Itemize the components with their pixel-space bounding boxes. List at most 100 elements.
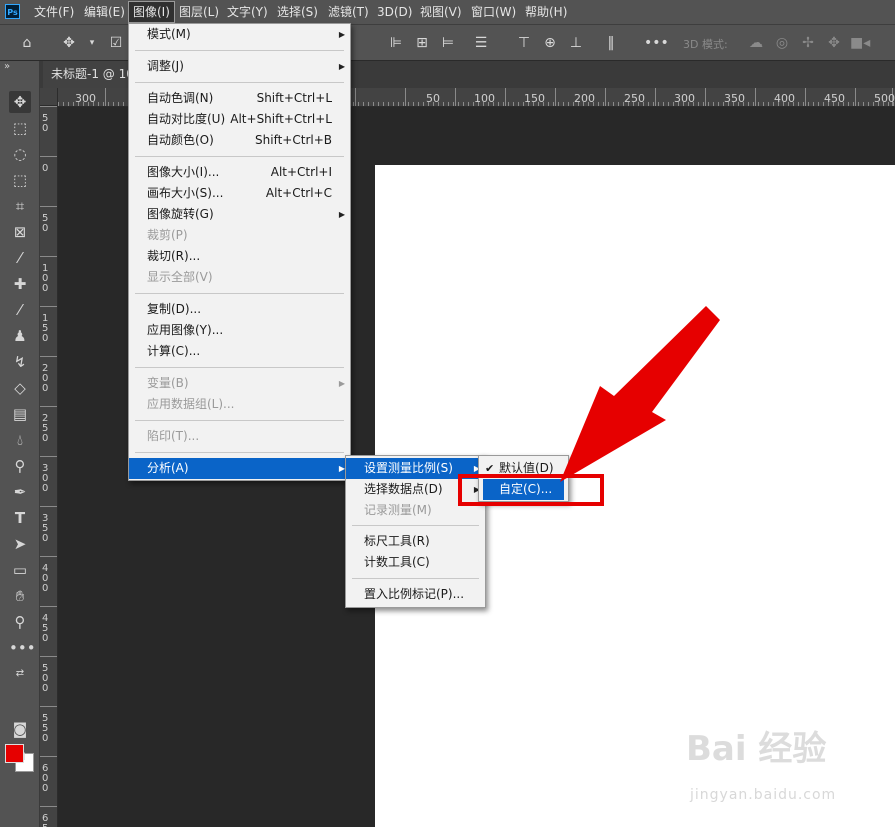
- more-tools-icon[interactable]: •••: [9, 637, 36, 659]
- camera-3d-icon[interactable]: ■◂: [850, 33, 870, 53]
- menu-item-shortcut: Alt+Ctrl+C: [265, 186, 332, 200]
- toolbox: » ✥ ⬚ ◌ ⬚ ⌗ ⊠ ⁄ ✚ ⁄ ♟ ↯ ◇ ▤ 💧︎ ⚲ ✒ T ➤ ▭…: [0, 61, 40, 827]
- history-brush-tool-icon[interactable]: ↯: [9, 351, 31, 373]
- menu-separator: [352, 525, 479, 526]
- menu-layer[interactable]: 图层(L): [175, 0, 223, 24]
- menu-item-duplicate[interactable]: 复制(D)...: [129, 299, 350, 320]
- submenu-arrow-icon: ▶: [338, 379, 345, 388]
- menu-item-count-tool[interactable]: 计数工具(C): [346, 552, 485, 573]
- menu-item-analysis[interactable]: 分析(A) ▶: [129, 458, 350, 479]
- more-icon[interactable]: •••: [644, 33, 669, 53]
- menu-item-image-size[interactable]: 图像大小(I)... Alt+Ctrl+I: [129, 162, 350, 183]
- menu-item-ruler-tool[interactable]: 标尺工具(R): [346, 531, 485, 552]
- menu-item-place-scale-marker[interactable]: 置入比例标记(P)...: [346, 584, 485, 605]
- ruler-corner: [40, 88, 58, 106]
- home-icon[interactable]: ⌂: [17, 33, 37, 53]
- menu-item-auto-color[interactable]: 自动颜色(O) Shift+Ctrl+B: [129, 130, 350, 151]
- photoshop-logo: Ps: [5, 4, 20, 19]
- menu-item-auto-tone[interactable]: 自动色调(N) Shift+Ctrl+L: [129, 88, 350, 109]
- ruler-vertical[interactable]: 5005010015020025030035040045050055060065…: [40, 106, 58, 827]
- path-select-tool-icon[interactable]: ➤: [9, 533, 31, 555]
- pan-3d-icon[interactable]: ✢: [798, 33, 818, 53]
- stamp-tool-icon[interactable]: ♟: [9, 325, 31, 347]
- menu-window[interactable]: 窗口(W): [467, 0, 520, 24]
- menu-item-auto-contrast[interactable]: 自动对比度(U) Alt+Shift+Ctrl+L: [129, 109, 350, 130]
- menu-separator: [135, 50, 344, 51]
- chevron-down-icon[interactable]: ▾: [82, 33, 102, 53]
- menu-file[interactable]: 文件(F): [30, 0, 78, 24]
- eraser-tool-icon[interactable]: ◇: [9, 377, 31, 399]
- menu-item-shortcut: Shift+Ctrl+L: [256, 91, 332, 105]
- align-center-h-icon[interactable]: ⊞: [412, 33, 432, 53]
- menu-type[interactable]: 文字(Y): [223, 0, 272, 24]
- menu-item-adjust[interactable]: 调整(J) ▶: [129, 56, 350, 77]
- menu-select[interactable]: 选择(S): [273, 0, 322, 24]
- menu-item-label: 标尺工具(R): [364, 534, 430, 548]
- marquee-tool-icon[interactable]: ⬚: [9, 117, 31, 139]
- menu-item-calculations[interactable]: 计算(C)...: [129, 341, 350, 362]
- menu-edit[interactable]: 编辑(E): [80, 0, 129, 24]
- orbit-3d-icon[interactable]: ☁: [746, 33, 766, 53]
- eyedropper-tool-icon[interactable]: ⁄: [9, 247, 31, 269]
- hand-tool-icon[interactable]: ✋︎: [9, 585, 31, 607]
- align-middle-v-icon[interactable]: ⊕: [540, 33, 560, 53]
- roll-3d-icon[interactable]: ◎: [772, 33, 792, 53]
- rectangle-tool-icon[interactable]: ▭: [9, 559, 31, 581]
- menu-item-canvas-size[interactable]: 画布大小(S)... Alt+Ctrl+C: [129, 183, 350, 204]
- menu-item-label: 自动色调(N): [147, 91, 214, 105]
- menu-help[interactable]: 帮助(H): [521, 0, 571, 24]
- menu-item-label: 显示全部(V): [147, 270, 213, 284]
- slide-3d-icon[interactable]: ✥: [824, 33, 844, 53]
- align-bottom-icon[interactable]: ⊥: [566, 33, 586, 53]
- swap-colors-icon[interactable]: ⇄: [9, 663, 31, 685]
- frame-tool-icon[interactable]: ⊠: [9, 221, 31, 243]
- blur-tool-icon[interactable]: 💧︎: [9, 429, 31, 451]
- menu-image[interactable]: 图像(I): [128, 1, 175, 23]
- brush-tool-icon[interactable]: ⁄: [9, 299, 31, 321]
- quick-select-tool-icon[interactable]: ⬚: [9, 169, 31, 191]
- menu-3d[interactable]: 3D(D): [373, 0, 416, 24]
- crop-tool-icon[interactable]: ⌗: [9, 195, 31, 217]
- menu-item-label: 图像大小(I)...: [147, 165, 220, 179]
- ruler-label-digit: 0: [42, 733, 49, 744]
- ruler-label: 250: [624, 92, 645, 105]
- align-top-icon[interactable]: ⊤: [514, 33, 534, 53]
- menu-item-apply-image[interactable]: 应用图像(Y)...: [129, 320, 350, 341]
- quick-mask-icon[interactable]: ◙: [9, 718, 31, 740]
- lasso-tool-icon[interactable]: ◌: [9, 143, 31, 165]
- pen-tool-icon[interactable]: ✒: [9, 481, 31, 503]
- collapse-panel-icon[interactable]: »: [4, 61, 10, 72]
- baidu-watermark: Bai 经验: [686, 729, 827, 769]
- move-icon[interactable]: ✥: [59, 33, 79, 53]
- align-right-icon[interactable]: ⊨: [438, 33, 458, 53]
- move-tool-icon[interactable]: ✥: [9, 91, 31, 113]
- menu-view[interactable]: 视图(V): [416, 0, 466, 24]
- menu-filter[interactable]: 滤镜(T): [324, 0, 373, 24]
- menu-item-label: 裁切(R)...: [147, 249, 201, 263]
- menu-item-mode[interactable]: 模式(M) ▶: [129, 24, 350, 45]
- healing-brush-tool-icon[interactable]: ✚: [9, 273, 31, 295]
- menu-item-label: 画布大小(S)...: [147, 186, 224, 200]
- dodge-tool-icon[interactable]: ⚲: [9, 455, 31, 477]
- ruler-label: 350: [724, 92, 745, 105]
- distribute-icon[interactable]: ☰: [471, 33, 491, 53]
- checkbox-icon[interactable]: ☑: [106, 33, 126, 53]
- distribute-v-icon[interactable]: ‖: [601, 33, 621, 53]
- menu-item-trim[interactable]: 裁切(R)...: [129, 246, 350, 267]
- ruler-label-digit: 0: [42, 583, 49, 594]
- zoom-tool-icon[interactable]: ⚲: [9, 611, 31, 633]
- ruler-label-digit: 0: [42, 483, 49, 494]
- foreground-color-swatch[interactable]: [5, 744, 24, 763]
- ruler-label-digit: 0: [42, 683, 49, 694]
- gradient-tool-icon[interactable]: ▤: [9, 403, 31, 425]
- menu-item-label: 设置测量比例(S): [364, 461, 453, 475]
- type-tool-icon[interactable]: T: [9, 507, 31, 529]
- document-tab[interactable]: 未标题-1 @ 10: [43, 61, 129, 88]
- menu-item-variables: 变量(B) ▶: [129, 373, 350, 394]
- menu-item-label: 自动颜色(O): [147, 133, 214, 147]
- red-arrow-annotation: [560, 306, 720, 482]
- menu-item-image-rotation[interactable]: 图像旋转(G) ▶: [129, 204, 350, 225]
- align-left-icon[interactable]: ⊫: [386, 33, 406, 53]
- 3d-mode-label: 3D 模式:: [683, 38, 728, 51]
- menu-item-trap: 陷印(T)...: [129, 426, 350, 447]
